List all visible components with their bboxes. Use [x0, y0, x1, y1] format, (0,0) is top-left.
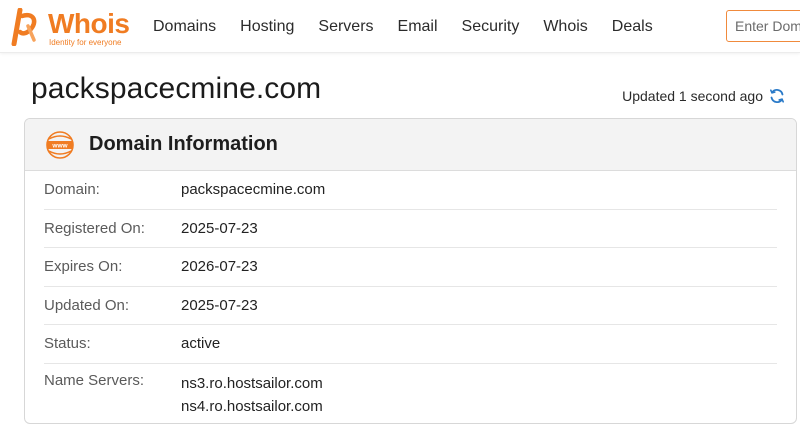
domain-information-card: www Domain Information Domain: packspace…	[24, 118, 797, 424]
nav-item-security[interactable]: Security	[462, 18, 520, 36]
card-title: Domain Information	[89, 133, 278, 155]
row-label: Updated On:	[44, 296, 130, 314]
name-server-item: ns3.ro.hostsailor.com	[181, 374, 323, 392]
info-row-registered-on: Registered On: 2025-07-23	[44, 210, 777, 248]
info-row-status: Status: active	[44, 325, 777, 364]
nav-item-whois[interactable]: Whois	[543, 18, 587, 36]
refresh-icon[interactable]	[769, 88, 785, 104]
info-row-updated-on: Updated On: 2025-07-23	[44, 287, 777, 325]
info-row-domain: Domain: packspacecmine.com	[44, 171, 777, 210]
nav-item-deals[interactable]: Deals	[612, 18, 653, 36]
name-servers-list: ns3.ro.hostsailor.com ns4.ro.hostsailor.…	[181, 372, 323, 418]
logo-wordmark: Whois	[48, 8, 130, 39]
row-value: 2025-07-23	[181, 219, 258, 237]
row-label: Name Servers:	[44, 371, 145, 389]
last-updated-text: Updated 1 second ago	[622, 88, 763, 104]
top-navigation-bar: Whois Identity for everyone Domains Host…	[0, 0, 800, 53]
row-value: packspacecmine.com	[181, 181, 326, 199]
page-title: packspacecmine.com	[31, 72, 322, 105]
row-value: 2025-07-23	[181, 296, 258, 314]
info-row-name-servers: Name Servers: ns3.ro.hostsailor.com ns4.…	[44, 364, 777, 418]
logo-tagline: Identity for everyone	[49, 38, 122, 47]
whois-logo-icon	[11, 8, 37, 46]
row-label: Expires On:	[44, 258, 123, 276]
row-label: Domain:	[44, 181, 100, 199]
status-value: active	[181, 335, 221, 353]
row-value: 2026-07-23	[181, 258, 258, 276]
last-updated: Updated 1 second ago	[622, 88, 785, 104]
row-label: Registered On:	[44, 219, 145, 237]
row-label: Status:	[44, 335, 91, 353]
svg-text:www: www	[51, 142, 68, 149]
whois-logo[interactable]: Whois Identity for everyone	[8, 8, 130, 47]
www-globe-icon: www	[46, 130, 74, 159]
domain-search-input[interactable]	[726, 10, 800, 42]
info-row-expires-on: Expires On: 2026-07-23	[44, 248, 777, 287]
nav-item-hosting[interactable]: Hosting	[240, 18, 294, 36]
nav-item-domains[interactable]: Domains	[153, 18, 216, 36]
nav-item-email[interactable]: Email	[398, 18, 438, 36]
nav-item-servers[interactable]: Servers	[318, 18, 373, 36]
main-nav: Domains Hosting Servers Email Security W…	[153, 0, 677, 53]
domain-info-table: Domain: packspacecmine.com Registered On…	[25, 171, 796, 418]
name-server-item: ns4.ro.hostsailor.com	[181, 397, 323, 415]
card-header: www Domain Information	[25, 119, 796, 171]
